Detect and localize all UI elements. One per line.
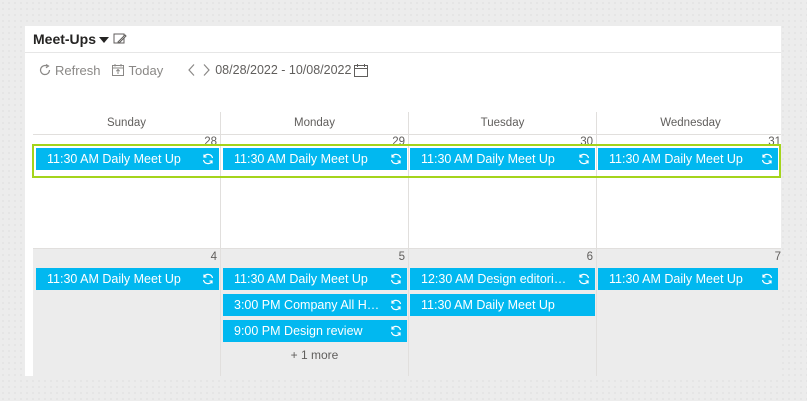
refresh-label: Refresh — [55, 62, 101, 78]
visual-title: Meet-Ups — [33, 31, 97, 47]
day-number: 31 — [768, 136, 781, 148]
day-number: 28 — [204, 136, 217, 148]
chevron-down-icon[interactable] — [99, 37, 110, 43]
recurring-icon — [202, 273, 214, 285]
event-item[interactable]: 11:30 AM Daily Meet Up — [410, 294, 595, 316]
event-item[interactable]: 11:30 AM Daily Meet Up — [410, 148, 595, 170]
recurring-icon — [390, 153, 402, 165]
day-number: 30 — [580, 136, 593, 148]
recurring-icon — [202, 153, 214, 165]
edit-icon[interactable] — [113, 32, 127, 46]
grid-divider — [408, 112, 409, 376]
today-button[interactable]: Today — [111, 62, 164, 78]
day-header-monday: Monday — [294, 117, 335, 129]
today-label: Today — [128, 62, 164, 78]
calendar-toolbar: Refresh Today 08/28/2022 - 10/08/2022 — [25, 54, 781, 86]
month-grid: Sunday Monday Tuesday Wednesday 28 29 30… — [32, 112, 781, 376]
event-item[interactable]: 11:30 AM Daily Meet Up — [36, 148, 219, 170]
event-item[interactable]: 11:30 AM Daily Meet Up — [223, 148, 407, 170]
visual-header: Meet-Ups — [25, 26, 781, 53]
recurring-icon — [761, 273, 773, 285]
recurring-icon — [578, 153, 590, 165]
calendar-visual: Meet-Ups Refresh Today 08/28/2022 - 10/0… — [25, 26, 781, 376]
recurring-icon — [390, 273, 402, 285]
day-number: 4 — [210, 251, 217, 263]
grid-divider — [33, 134, 781, 135]
day-number: 7 — [774, 251, 781, 263]
event-item[interactable]: 9:00 PM Design review — [223, 320, 407, 342]
day-number: 6 — [586, 251, 593, 263]
date-range-label: 08/28/2022 - 10/08/2022 — [215, 63, 352, 77]
event-item[interactable]: 3:00 PM Company All Han... — [223, 294, 407, 316]
grid-divider — [596, 112, 597, 376]
event-item[interactable]: 11:30 AM Daily Meet Up — [598, 148, 778, 170]
day-number: 5 — [398, 251, 405, 263]
day-number: 29 — [392, 136, 405, 148]
more-events-link[interactable]: + 1 more — [221, 348, 408, 362]
grid-divider — [220, 112, 221, 376]
chevron-left-icon[interactable] — [185, 63, 199, 77]
recurring-icon — [761, 153, 773, 165]
day-header-sunday: Sunday — [106, 117, 146, 129]
day-header-tuesday: Tuesday — [480, 117, 525, 129]
grid-divider — [33, 248, 781, 249]
calendar-today-icon — [111, 64, 124, 76]
chevron-right-icon[interactable] — [199, 63, 213, 77]
event-item[interactable]: 11:30 AM Daily Meet Up — [223, 268, 407, 290]
event-item[interactable]: 11:30 AM Daily Meet Up — [598, 268, 778, 290]
event-item[interactable]: 12:30 AM Design editorial ... — [410, 268, 595, 290]
event-item[interactable]: 11:30 AM Daily Meet Up — [36, 268, 219, 290]
refresh-icon — [39, 63, 51, 76]
recurring-icon — [390, 299, 402, 311]
recurring-icon — [578, 273, 590, 285]
refresh-button[interactable]: Refresh — [38, 63, 101, 78]
calendar-icon[interactable] — [353, 63, 369, 78]
recurring-icon — [390, 325, 402, 337]
day-header-wednesday: Wednesday — [660, 117, 721, 129]
